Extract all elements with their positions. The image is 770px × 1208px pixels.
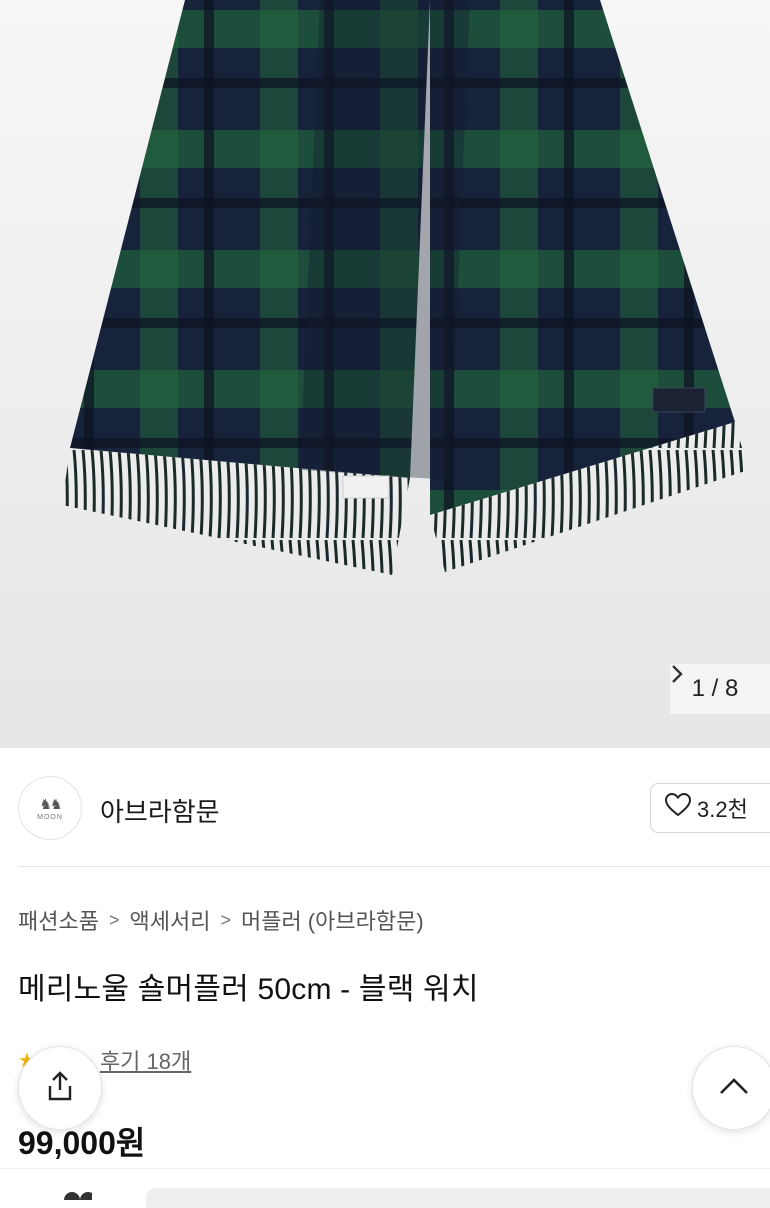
product-price: 99,000원: [18, 1125, 146, 1161]
review-count-link[interactable]: 후기 18개: [100, 1044, 191, 1076]
brand-logo[interactable]: ♞♞ MOON: [18, 776, 82, 840]
breadcrumb-item[interactable]: 머플러 (아브라함문): [241, 904, 424, 936]
bottom-action-pill[interactable]: [146, 1188, 770, 1208]
brand-like-button[interactable]: 3.2천: [650, 783, 770, 833]
breadcrumb-item[interactable]: 액세서리: [129, 904, 210, 936]
like-count: 3.2천: [697, 797, 748, 822]
product-image-gallery[interactable]: 1 / 8: [0, 0, 770, 748]
bottom-icon: [36, 1186, 96, 1208]
heart-outline-icon: [664, 792, 692, 823]
image-counter[interactable]: 1 / 8: [670, 664, 770, 714]
chevron-right-icon: >: [220, 909, 231, 930]
brand-logo-text: MOON: [37, 813, 63, 821]
breadcrumb-item[interactable]: 패션소품: [18, 904, 99, 936]
product-title: 메리노울 숄머플러 50cm - 블랙 워치: [18, 973, 479, 1006]
scroll-top-button[interactable]: [692, 1046, 770, 1130]
chevron-right-icon: >: [108, 909, 120, 930]
divider: [18, 866, 770, 867]
scarf-image: [62, 0, 748, 575]
brand-logo-mark-icon: ♞♞: [39, 795, 62, 812]
share-icon: [45, 1070, 75, 1107]
breadcrumb: 패션소품 > 액세서리 > 머플러 (아브라함문): [18, 904, 424, 936]
image-counter-text: 1 / 8: [691, 675, 739, 702]
share-button[interactable]: [18, 1046, 102, 1130]
brand-name[interactable]: 아브라함문: [100, 792, 220, 829]
chevron-up-icon: [719, 1077, 749, 1100]
brand-row[interactable]: ♞♞ MOON 아브라함문 3.2천: [0, 748, 770, 866]
